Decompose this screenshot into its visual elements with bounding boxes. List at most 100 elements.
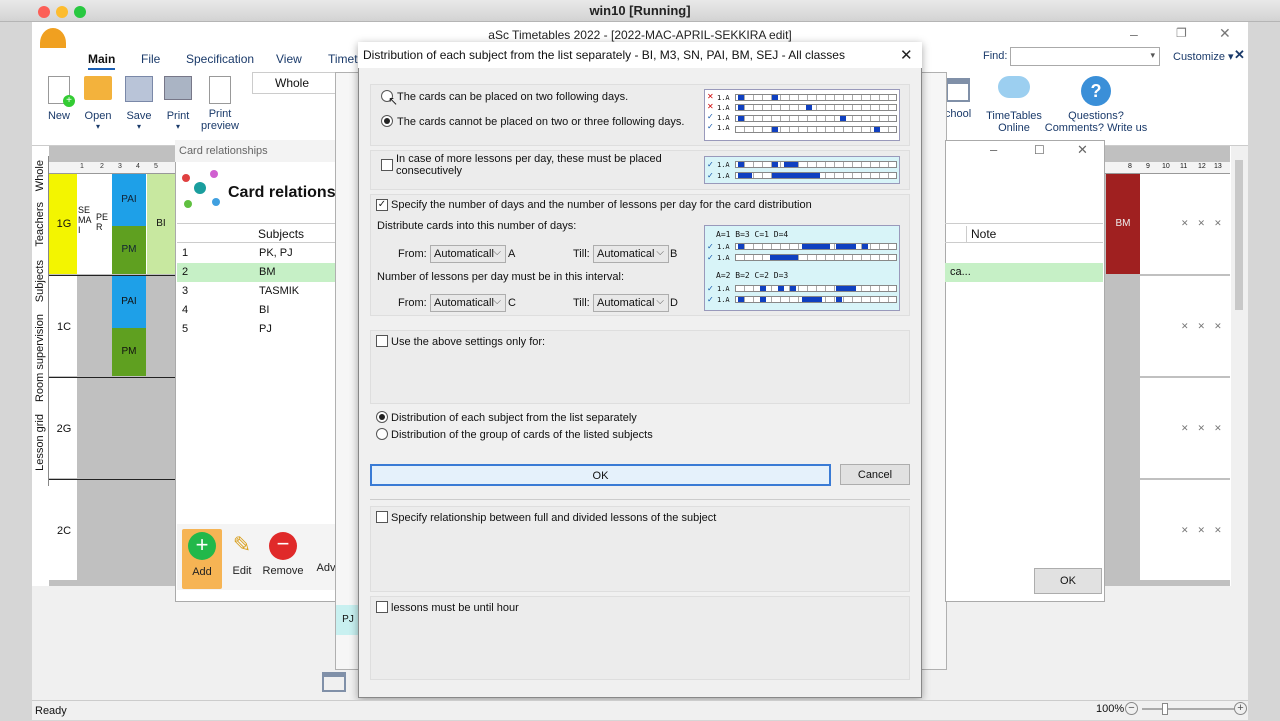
cancel-button[interactable]: Cancel: [840, 464, 910, 485]
new-label: New: [47, 110, 70, 122]
print-preview-label-1: Print: [208, 108, 232, 120]
restore-icon[interactable]: ❐: [1176, 26, 1187, 40]
radio-not-following[interactable]: [381, 115, 393, 127]
print-label: Print: [166, 110, 190, 122]
from-days-value: Automaticall: [434, 248, 494, 260]
from-lessons-value: Automaticall: [434, 297, 494, 309]
side-tab-room-supervision[interactable]: Room supervision: [34, 314, 46, 402]
consecutive-checkbox[interactable]: [381, 159, 393, 174]
tab-main[interactable]: Main: [88, 52, 116, 70]
cell-pm-1c[interactable]: PM: [112, 328, 146, 376]
preview-tags: 1.A 1.A: [717, 285, 730, 304]
table-row-selected[interactable]: 2 BM: [177, 263, 337, 282]
save-label: Save: [126, 110, 152, 122]
side-tab-teachers[interactable]: Teachers: [34, 202, 46, 247]
dist-separately-option[interactable]: [376, 411, 388, 426]
questions-button[interactable]: ? Questions? Comments? Write us: [1044, 76, 1148, 134]
ribbon-close-icon[interactable]: ✕: [1234, 47, 1245, 63]
tab-specification[interactable]: Specification: [186, 52, 254, 66]
preview-tags: 1.A 1.A 1.A 1.A: [717, 94, 730, 132]
pencil-icon: ✎: [232, 532, 252, 557]
class-1g-label: 1G: [56, 218, 72, 230]
full-divided-check[interactable]: [376, 511, 388, 523]
rightwin-selected-row[interactable]: ca...: [945, 263, 1103, 282]
table-row[interactable]: 1 PK, PJ: [177, 244, 337, 263]
full-divided-checkbox[interactable]: [376, 511, 388, 526]
view-select-whole[interactable]: Whole: [252, 72, 340, 94]
zoom-window-icon[interactable]: [74, 6, 86, 18]
from-days-select[interactable]: Automaticall: [430, 245, 506, 263]
opt-not-following[interactable]: [381, 115, 393, 130]
open-button[interactable]: Open ▾: [82, 76, 114, 131]
rightwin-minimize-icon[interactable]: –: [990, 142, 997, 157]
ok-label: OK: [592, 470, 609, 482]
table-row[interactable]: 5 PJ: [177, 320, 337, 339]
col-subjects-header[interactable]: Subjects: [258, 227, 304, 241]
new-button[interactable]: + New: [44, 76, 75, 122]
rightwin-close-icon[interactable]: ✕: [1077, 142, 1088, 158]
tab-view[interactable]: View: [276, 52, 302, 66]
consecutive-check[interactable]: [381, 159, 393, 171]
zoom-slider-handle[interactable]: [1162, 703, 1168, 715]
side-tab-whole[interactable]: Whole: [34, 160, 46, 191]
cell-pai-1g[interactable]: PAI: [112, 174, 146, 226]
specify-days-checkbox[interactable]: ✓: [376, 198, 388, 211]
customize-button[interactable]: Customize ▾: [1173, 50, 1234, 63]
ok-button[interactable]: OK: [370, 464, 831, 486]
cell-pm-1g[interactable]: PM: [112, 226, 146, 274]
plus-icon: +: [188, 532, 216, 560]
preview-tags: 1.A 1.A: [717, 161, 730, 180]
param-c-label: C: [508, 297, 516, 309]
use-only-check[interactable]: [376, 335, 388, 347]
divider: [370, 499, 910, 500]
till-days-select[interactable]: Automatical: [593, 245, 669, 263]
opt-not-following-label: The cards cannot be placed on two or thr…: [397, 116, 685, 128]
cell-pai-1c[interactable]: PAI: [112, 276, 146, 328]
rightwin-maximize-icon[interactable]: ☐: [1034, 143, 1045, 157]
save-button[interactable]: Save ▾: [123, 76, 155, 131]
col-note-header[interactable]: Note: [971, 227, 996, 241]
close-window-icon[interactable]: [38, 6, 50, 18]
side-tab-subjects[interactable]: Subjects: [34, 260, 46, 302]
zoom-in-icon[interactable]: +: [1234, 702, 1247, 715]
minimize-icon[interactable]: –: [1130, 26, 1138, 42]
close-icon[interactable]: ✕: [1219, 25, 1231, 42]
find-input[interactable]: ▾: [1010, 47, 1160, 66]
print-button[interactable]: Print ▾: [162, 76, 194, 131]
until-hour-check[interactable]: [376, 601, 388, 613]
grid-scrollbar[interactable]: [1231, 146, 1248, 586]
table-row[interactable]: 3 TASMIK: [177, 282, 337, 301]
rightwin-ok-button[interactable]: OK: [1034, 568, 1102, 594]
right-col-13: 13: [1214, 163, 1222, 170]
specify-days-check[interactable]: ✓: [376, 199, 388, 211]
preview-bar: [735, 104, 897, 111]
dist-group-option[interactable]: [376, 428, 388, 443]
table-row[interactable]: 4 BI: [177, 301, 337, 320]
remove-button[interactable]: − Remove: [262, 532, 304, 578]
print-preview-button[interactable]: Print preview: [198, 76, 242, 132]
minimize-window-icon[interactable]: [56, 6, 68, 18]
radio-dist-group[interactable]: [376, 428, 388, 440]
side-tab-lesson-grid[interactable]: Lesson grid: [34, 414, 46, 471]
use-only-checkbox[interactable]: [376, 335, 388, 350]
cell-pai-1c-label: PAI: [121, 296, 137, 307]
cell-se-mai[interactable]: SE MA I: [78, 205, 92, 235]
tab-file[interactable]: File: [141, 52, 160, 66]
timetables-online-button[interactable]: TimeTables Online: [984, 76, 1044, 134]
school-building-icon: [946, 78, 970, 102]
questions-label-2: Comments? Write us: [1044, 122, 1148, 134]
cell-bm-1g[interactable]: BM: [1106, 174, 1140, 274]
until-hour-checkbox[interactable]: [376, 601, 388, 616]
dialog-titlebar: Distribution of each subject from the li…: [358, 42, 922, 68]
zoom-out-icon[interactable]: −: [1125, 702, 1138, 715]
from-lessons-select[interactable]: Automaticall: [430, 294, 506, 312]
bg-pj-label: PJ: [342, 614, 354, 625]
add-button[interactable]: + Add: [182, 529, 222, 589]
dialog-close-icon[interactable]: ✕: [900, 46, 913, 64]
cell-per[interactable]: PE R: [96, 212, 108, 232]
radio-dist-separately[interactable]: [376, 411, 388, 423]
zoom-slider[interactable]: [1142, 708, 1234, 710]
till-lessons-select[interactable]: Automatical: [593, 294, 669, 312]
cell-bi-1g[interactable]: BI: [147, 174, 175, 274]
edit-button[interactable]: ✎ Edit: [226, 532, 258, 577]
